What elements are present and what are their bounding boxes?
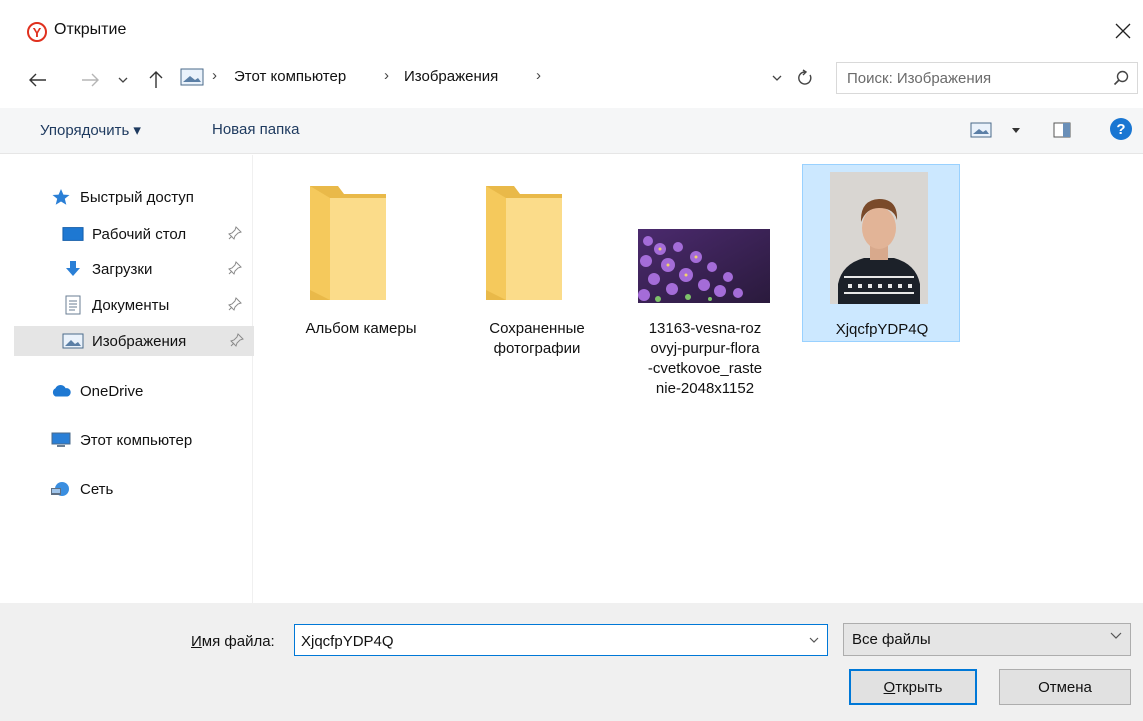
preview-pane-icon [1053, 122, 1071, 138]
pin-icon [228, 297, 242, 311]
pin-icon [228, 226, 242, 240]
network-icon [50, 480, 72, 498]
refresh-button[interactable] [793, 65, 817, 91]
chevron-down-icon [1012, 127, 1020, 133]
filename-label: Имя файла: [191, 633, 275, 650]
pin-icon [230, 333, 244, 347]
search-input[interactable] [847, 68, 1097, 88]
desktop-icon [62, 225, 84, 243]
filename-combobox[interactable] [294, 624, 828, 656]
chevron-down-icon [809, 637, 819, 643]
breadcrumb-separator: › [536, 67, 541, 84]
refresh-icon [798, 69, 812, 85]
chevron-down-icon [1110, 632, 1122, 639]
chevron-down-icon [772, 75, 782, 81]
star-icon [50, 188, 72, 206]
sidebar-item-quick-access[interactable]: Быстрый доступ [0, 182, 253, 212]
change-view-button[interactable] [970, 118, 1026, 142]
help-button[interactable]: ? [1110, 118, 1132, 140]
sidebar-item-network[interactable]: Сеть [0, 474, 253, 504]
file-name: Альбом камеры [305, 320, 417, 337]
sidebar-item-downloads[interactable]: Загрузки [0, 254, 253, 284]
filename-input[interactable] [301, 631, 791, 651]
filename-dropdown-button[interactable] [805, 631, 823, 649]
file-item-camera-roll[interactable]: Альбом камеры [282, 164, 440, 342]
sidebar-item-label: Загрузки [92, 260, 153, 278]
file-name: фотографии [493, 340, 581, 357]
file-name: XjqcfpYDP4Q [835, 321, 929, 338]
file-name: 13163-vesna-roz [648, 320, 762, 337]
sidebar-item-documents[interactable]: Документы [0, 290, 253, 320]
new-folder-button[interactable]: Новая папка [212, 121, 299, 138]
file-item-portrait-image[interactable]: XjqcfpYDP4Q [802, 164, 960, 342]
sidebar-item-label: Документы [92, 296, 170, 314]
folder-icon [486, 186, 562, 300]
pictures-icon [180, 68, 204, 90]
up-button[interactable] [144, 66, 168, 94]
preview-pane-button[interactable] [1050, 118, 1074, 142]
arrow-right-icon [82, 73, 99, 87]
pin-icon [228, 261, 242, 275]
close-icon [1115, 23, 1131, 39]
breadcrumb-separator: › [212, 67, 217, 84]
sidebar-item-label: OneDrive [80, 382, 144, 400]
pictures-icon [62, 332, 84, 350]
back-button[interactable] [26, 66, 50, 94]
filename-label-text: мя файла: [201, 633, 275, 650]
search-icon [1113, 70, 1129, 86]
chevron-down-icon [118, 77, 128, 83]
sidebar-item-label: Рабочий стол [92, 225, 187, 243]
title-bar: Y Открытие [0, 0, 1143, 60]
view-icon [970, 122, 992, 138]
filetype-select[interactable]: Все файлы [843, 623, 1131, 656]
document-icon [62, 295, 84, 315]
arrow-up-icon [149, 71, 163, 88]
folder-icon [310, 186, 386, 300]
file-name: nie-2048x1152 [655, 380, 755, 397]
address-dropdown-button[interactable] [766, 66, 788, 90]
flowers-image-thumbnail [638, 229, 770, 303]
open-accesskey: О [883, 678, 896, 696]
search-box[interactable] [836, 62, 1138, 94]
window-title: Открытие [54, 21, 127, 38]
file-name: -cvetkovoe_raste [647, 360, 763, 377]
close-button[interactable] [1108, 16, 1138, 46]
filetype-value: Все файлы [852, 631, 931, 648]
sidebar-item-pictures[interactable]: Изображения [14, 326, 254, 356]
file-name: ovyj-purpur-flora [650, 340, 760, 357]
open-button[interactable]: Открыть [849, 669, 977, 705]
cancel-button[interactable]: Отмена [999, 669, 1131, 705]
breadcrumb-pictures[interactable]: Изображения [404, 68, 498, 85]
computer-icon [50, 431, 72, 449]
sidebar-item-label: Изображения [92, 332, 187, 350]
cloud-icon [50, 382, 72, 400]
open-label: ткрыть [895, 678, 943, 696]
browser-logo-icon: Y [27, 22, 47, 42]
file-name: Сохраненные [489, 320, 585, 337]
sidebar-item-desktop[interactable]: Рабочий стол [0, 219, 253, 249]
arrow-left-icon [29, 73, 46, 87]
organize-button[interactable]: Упорядочить ▾ [40, 121, 141, 139]
sidebar-item-label: Быстрый доступ [80, 188, 194, 206]
recent-locations-button[interactable] [114, 66, 132, 94]
breadcrumb-this-pc[interactable]: Этот компьютер [234, 68, 346, 85]
filename-label-accesskey: И [191, 633, 202, 650]
forward-button[interactable] [78, 66, 102, 94]
sidebar-item-this-pc[interactable]: Этот компьютер [0, 425, 253, 455]
portrait-image-thumbnail [830, 172, 928, 304]
download-icon [62, 260, 84, 278]
sidebar-item-label: Сеть [80, 480, 114, 498]
breadcrumb-separator: › [384, 67, 389, 84]
file-item-flowers-image[interactable]: 13163-vesna-roz ovyj-purpur-flora -cvetk… [626, 164, 784, 397]
file-item-saved-pictures[interactable]: Сохраненные фотографии [458, 164, 616, 357]
sidebar-item-onedrive[interactable]: OneDrive [0, 376, 253, 406]
sidebar-item-label: Этот компьютер [80, 431, 193, 449]
